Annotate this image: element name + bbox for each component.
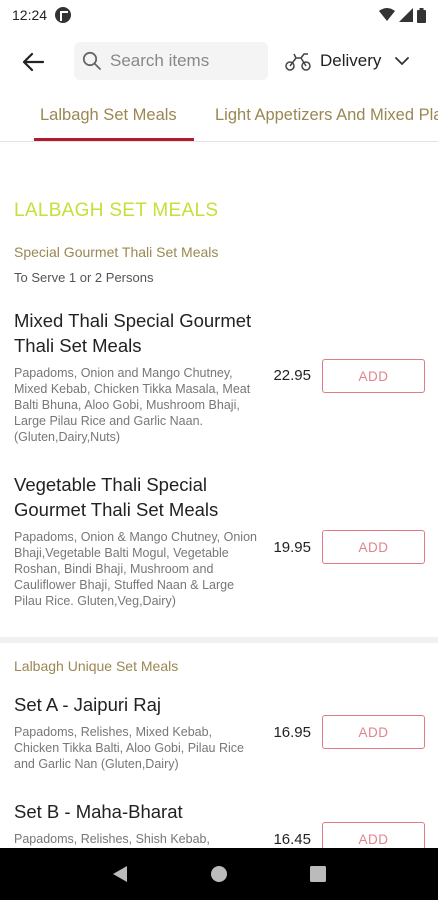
tab-light-appetizers[interactable]: Light Appetizers And Mixed Platters: [215, 106, 438, 125]
add-button[interactable]: ADD: [322, 715, 425, 749]
group-subtitle: To Serve 1 or 2 Persons: [14, 270, 154, 285]
group-title: Lalbagh Unique Set Meals: [14, 658, 179, 674]
top-toolbar: Delivery: [0, 38, 438, 86]
add-button[interactable]: ADD: [322, 530, 425, 564]
active-tab-indicator: [34, 138, 194, 141]
add-button[interactable]: ADD: [322, 822, 425, 848]
item-price: 19.95: [273, 539, 311, 556]
tab-lalbagh-set-meals[interactable]: Lalbagh Set Meals: [40, 106, 177, 125]
nav-recents-button[interactable]: [298, 854, 338, 894]
status-icons: [379, 7, 426, 23]
delivery-label: Delivery: [320, 51, 382, 70]
item-description: Papadoms, Onion and Mango Chutney, Mixed…: [14, 366, 251, 444]
menu-item[interactable]: Set A - Jaipuri Raj Papadoms, Relishes, …: [0, 692, 438, 782]
item-description: Papadoms, Relishes, Shish Kebab,: [14, 832, 210, 846]
item-price: 16.45: [273, 831, 311, 848]
item-name: Vegetable Thali Special Gourmet Thali Se…: [14, 474, 219, 520]
search-input[interactable]: [110, 51, 260, 71]
app-notification-icon: [55, 7, 72, 23]
search-icon: [82, 51, 101, 70]
category-tabs: Lalbagh Set Meals Light Appetizers And M…: [0, 96, 438, 142]
group-title: Special Gourmet Thali Set Meals: [14, 244, 219, 260]
back-arrow-icon: [22, 52, 44, 72]
add-button[interactable]: ADD: [322, 359, 425, 393]
square-recents-icon: [310, 866, 327, 882]
triangle-back-icon: [112, 866, 127, 882]
menu-list[interactable]: LALBAGH SET MEALS Special Gourmet Thali …: [0, 143, 438, 848]
wifi-icon: [379, 8, 395, 21]
menu-item[interactable]: Set B - Maha-Bharat Papadoms, Relishes, …: [0, 799, 438, 848]
search-box[interactable]: [74, 42, 268, 80]
circle-home-icon: [210, 866, 227, 882]
nav-back-button[interactable]: [100, 854, 140, 894]
chevron-down-icon: [395, 57, 410, 66]
nav-home-button[interactable]: [199, 854, 239, 894]
menu-item[interactable]: Vegetable Thali Special Gourmet Thali Se…: [0, 472, 438, 622]
scooter-icon: [285, 53, 311, 71]
item-name: Set A - Jaipuri Raj: [14, 694, 162, 715]
delivery-mode-dropdown[interactable]: Delivery: [284, 46, 410, 76]
item-price: 16.95: [273, 724, 311, 741]
section-divider: [0, 637, 438, 643]
system-navigation-bar: [0, 848, 438, 900]
menu-item[interactable]: Mixed Thali Special Gourmet Thali Set Me…: [0, 308, 438, 444]
back-button[interactable]: [18, 48, 48, 76]
signal-icon: [399, 8, 413, 22]
item-name: Mixed Thali Special Gourmet Thali Set Me…: [14, 310, 252, 356]
status-bar: 12:24: [0, 0, 438, 30]
item-description: Papadoms, Onion & Mango Chutney, Onion B…: [14, 530, 257, 608]
battery-icon: [417, 7, 426, 23]
item-description: Papadoms, Relishes, Mixed Kebab, Chicken…: [14, 725, 244, 771]
item-name: Set B - Maha-Bharat: [14, 801, 183, 822]
item-price: 22.95: [273, 367, 311, 384]
section-title: LALBAGH SET MEALS: [14, 200, 219, 221]
status-time: 12:24: [12, 7, 48, 23]
